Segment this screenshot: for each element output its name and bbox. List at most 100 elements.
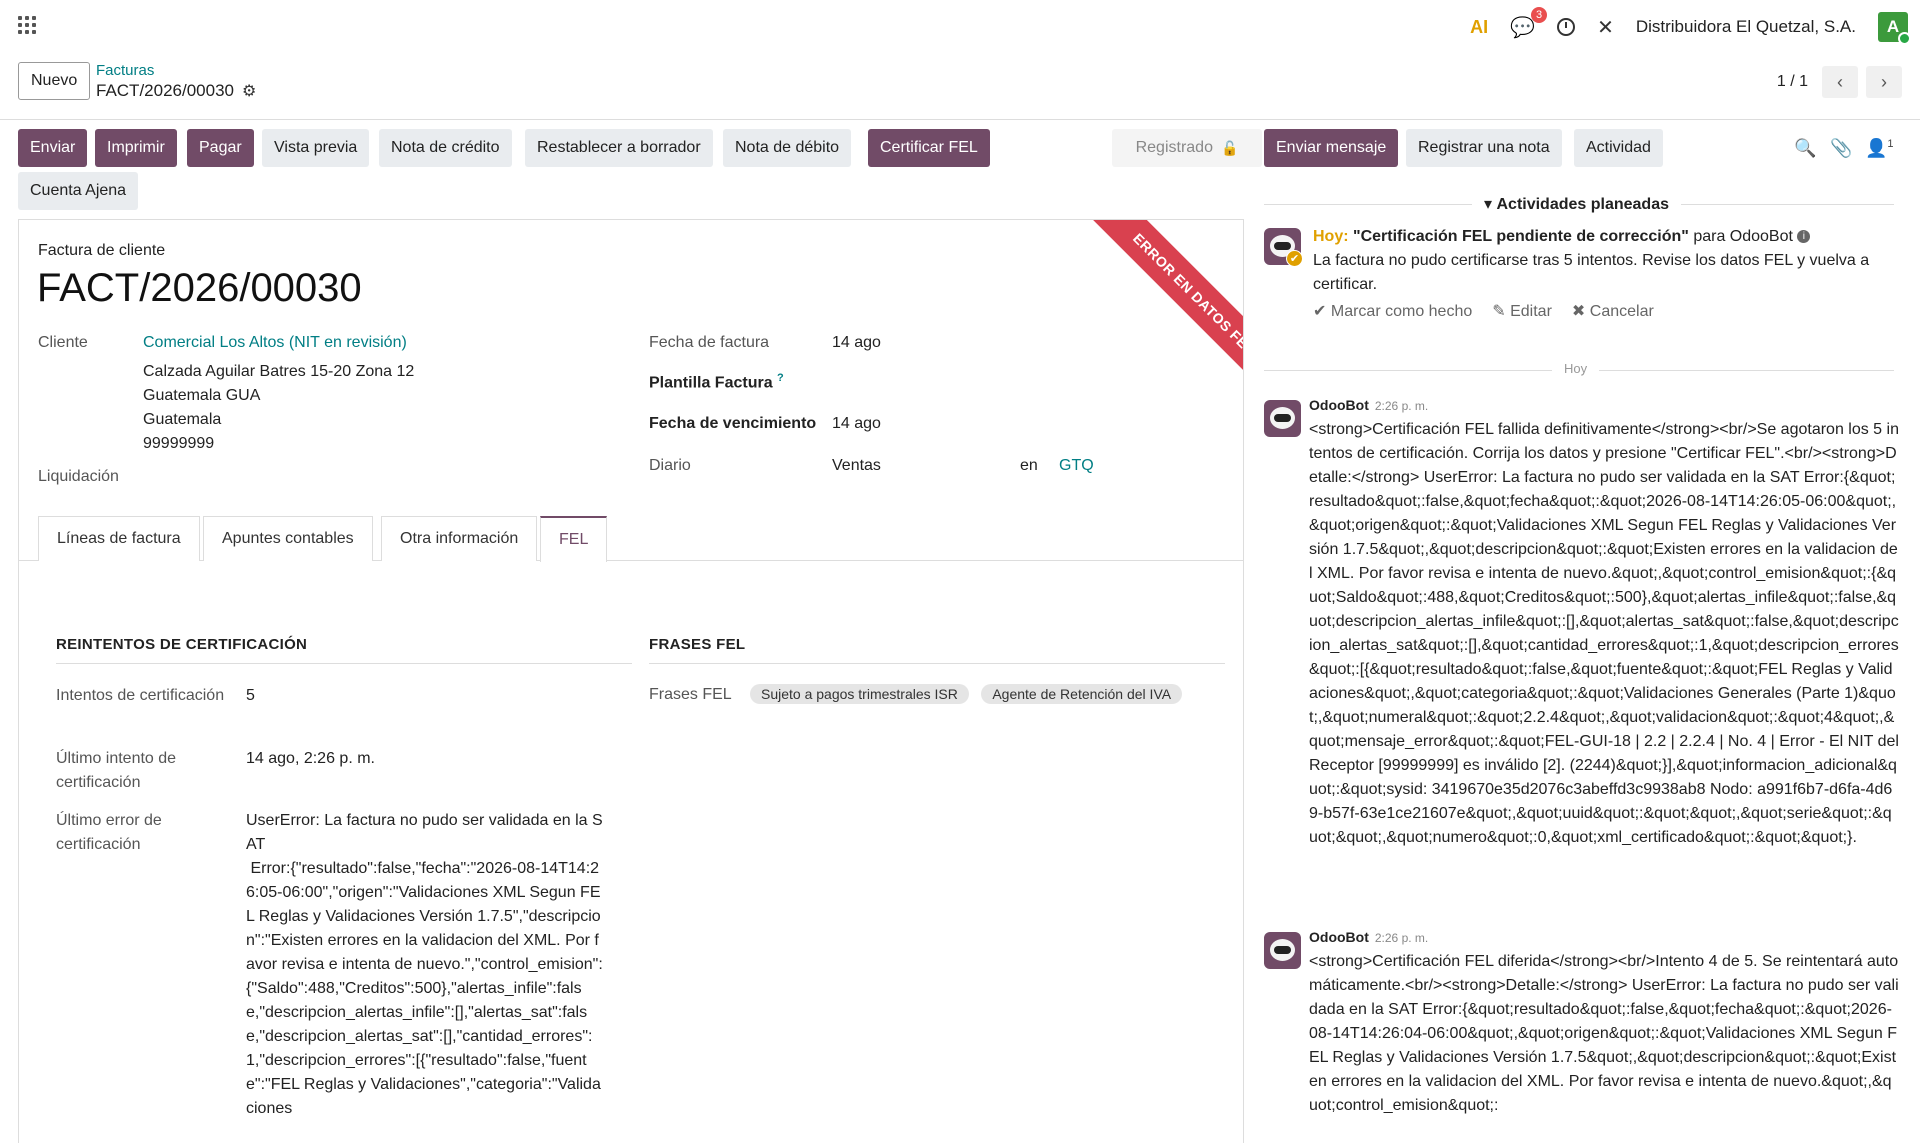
document-type: Factura de cliente xyxy=(38,242,166,259)
breadcrumb-parent[interactable]: Facturas xyxy=(96,62,154,79)
activity-due-today: Hoy: xyxy=(1313,228,1349,245)
phrases-section-title: FRASES FEL xyxy=(649,636,1225,664)
log-note-button[interactable]: Registrar una nota xyxy=(1406,129,1562,167)
mark-done-label: Marcar como hecho xyxy=(1330,303,1473,320)
journal-label: Diario xyxy=(649,457,691,474)
chatter: Enviar mensaje Registrar una nota Activi… xyxy=(1264,120,1920,1143)
planned-activities-toggle[interactable]: ▾ Actividades planeadas xyxy=(1472,194,1681,214)
tab-invoice-lines[interactable]: Líneas de factura xyxy=(38,516,200,561)
mark-done-button[interactable]: ✔ Marcar como hecho xyxy=(1313,301,1472,321)
activity-note: La factura no pudo certificarse tras 5 i… xyxy=(1313,252,1870,293)
activity-button[interactable]: Actividad xyxy=(1574,129,1663,167)
new-button[interactable]: Nuevo xyxy=(18,62,91,100)
systray: AI 💬 3 ✕ Distribuidora El Quetzal, S.A. A xyxy=(1470,6,1911,45)
address-line: Guatemala xyxy=(143,411,222,428)
print-button[interactable]: Imprimir xyxy=(95,129,177,167)
message-author: OdooBot 2:26 p. m. xyxy=(1309,929,1428,945)
message-author-name[interactable]: OdooBot xyxy=(1309,929,1369,945)
chevron-left-icon: ‹ xyxy=(1837,71,1843,92)
message-author: OdooBot 2:26 p. m. xyxy=(1309,397,1428,413)
due-date-value[interactable]: 14 ago xyxy=(832,415,881,433)
certify-fel-button[interactable]: Certificar FEL xyxy=(868,129,990,167)
status-badge: Registrado 🔓 xyxy=(1112,129,1262,167)
currency-in-label: en xyxy=(1020,457,1038,474)
tools-icon[interactable]: ✕ xyxy=(1597,15,1614,40)
caret-down-icon: ▾ xyxy=(1484,196,1493,213)
paperclip-icon[interactable]: 📎 xyxy=(1830,138,1852,159)
search-icon[interactable]: 🔍 xyxy=(1794,138,1816,159)
odoobot-avatar xyxy=(1264,932,1301,969)
company-switcher[interactable]: Distribuidora El Quetzal, S.A. xyxy=(1636,17,1856,37)
pager: 1 / 1 ‹ › xyxy=(1777,66,1902,98)
cancel-activity-button[interactable]: ✖ Cancelar xyxy=(1572,301,1654,321)
control-panel: Nuevo Facturas FACT/2026/00030 ⚙ 1 / 1 ‹… xyxy=(0,52,1920,120)
customer-link[interactable]: Comercial Los Altos (NIT en revisión) xyxy=(143,334,407,352)
activity-assignee: para OdooBot xyxy=(1693,228,1793,245)
notebook-tabs: Líneas de factura Apuntes contables Otra… xyxy=(19,516,1243,562)
planned-activities-title: Actividades planeadas xyxy=(1496,196,1669,213)
info-icon[interactable]: i xyxy=(1797,230,1811,244)
chat-icon[interactable]: 💬 3 xyxy=(1510,6,1548,40)
pay-button[interactable]: Pagar xyxy=(187,129,254,167)
cancel-label: Cancelar xyxy=(1589,303,1654,320)
help-icon[interactable]: ? xyxy=(777,372,784,384)
app-menu-icon[interactable] xyxy=(18,16,36,34)
gear-icon[interactable]: ⚙ xyxy=(242,81,256,101)
activity-summary: "Certificación FEL pendiente de correcci… xyxy=(1353,228,1689,245)
last-attempt-value: 14 ago, 2:26 p. m. xyxy=(246,750,375,767)
followers-icon[interactable]: 👤1 xyxy=(1865,138,1894,159)
send-message-button[interactable]: Enviar mensaje xyxy=(1264,129,1399,167)
phrase-tag[interactable]: Agente de Retención del IVA xyxy=(981,684,1183,704)
send-button[interactable]: Enviar xyxy=(18,129,88,167)
tab-journal-items[interactable]: Apuntes contables xyxy=(203,516,373,561)
invoice-date-value[interactable]: 14 ago xyxy=(832,334,881,352)
pager-next-button[interactable]: › xyxy=(1866,66,1902,98)
message-body: <strong>Certificación FEL fallida defini… xyxy=(1309,421,1899,846)
message-body: <strong>Certificación FEL diferida</stro… xyxy=(1309,953,1899,1114)
third-party-account-button[interactable]: Cuenta Ajena xyxy=(18,172,139,210)
pencil-icon: ✎ xyxy=(1492,303,1506,320)
ribbon: ERROR EN DATOS FEL xyxy=(1074,220,1243,389)
address-line: Guatemala GUA xyxy=(143,387,261,404)
document-name: FACT/2026/00030 xyxy=(37,266,362,310)
last-attempt-label: Último intento de certificación xyxy=(56,750,177,791)
form-sheet: ERROR EN DATOS FEL Factura de cliente FA… xyxy=(18,219,1244,1143)
preview-button[interactable]: Vista previa xyxy=(262,129,370,167)
followers-count: 1 xyxy=(1887,138,1894,150)
invoice-date-label: Fecha de factura xyxy=(649,334,770,351)
pager-value[interactable]: 1 / 1 xyxy=(1777,73,1808,91)
odoobot-avatar xyxy=(1264,400,1301,437)
chevron-right-icon: › xyxy=(1881,71,1887,92)
customer-address: Calzada Aguilar Batres 15-20 Zona 12 Gua… xyxy=(143,360,414,456)
settlement-label: Liquidación xyxy=(38,468,119,485)
chat-badge: 3 xyxy=(1530,6,1548,23)
attempts-value: 5 xyxy=(246,687,255,704)
attempts-label: Intentos de certificación xyxy=(56,687,225,704)
credit-note-button[interactable]: Nota de crédito xyxy=(379,129,512,167)
clock-icon[interactable] xyxy=(1557,18,1576,36)
last-error-label: Último error de certificación xyxy=(56,812,162,853)
pager-previous-button[interactable]: ‹ xyxy=(1822,66,1858,98)
reset-to-draft-button[interactable]: Restablecer a borrador xyxy=(525,129,713,167)
debit-note-button[interactable]: Nota de débito xyxy=(723,129,852,167)
address-line: Calzada Aguilar Batres 15-20 Zona 12 xyxy=(143,363,415,380)
message-time: 2:26 p. m. xyxy=(1374,399,1429,413)
message-time: 2:26 p. m. xyxy=(1374,931,1429,945)
user-avatar[interactable]: A xyxy=(1878,12,1911,45)
ai-icon[interactable]: AI xyxy=(1470,17,1488,38)
message-author-name[interactable]: OdooBot xyxy=(1309,397,1369,413)
invoice-template-label: Plantilla Factura ? xyxy=(649,372,784,392)
tab-fel[interactable]: FEL xyxy=(540,516,608,562)
activity-header: Hoy: "Certificación FEL pendiente de cor… xyxy=(1313,225,1903,249)
status-label: Registrado xyxy=(1135,139,1213,156)
edit-activity-button[interactable]: ✎ Editar xyxy=(1492,301,1552,321)
activity-actions: ✔ Marcar como hecho ✎ Editar ✖ Cancelar xyxy=(1313,301,1654,321)
last-error-value: UserError: La factura no pudo ser valida… xyxy=(246,812,603,1117)
edit-label: Editar xyxy=(1510,303,1552,320)
journal-value[interactable]: Ventas xyxy=(832,457,881,475)
phrase-tag[interactable]: Sujeto a pagos trimestrales ISR xyxy=(750,684,969,704)
currency-link[interactable]: GTQ xyxy=(1059,457,1094,475)
close-icon: ✖ xyxy=(1571,303,1586,320)
tab-other-info[interactable]: Otra información xyxy=(381,516,538,561)
ribbon-label: ERROR EN DATOS FEL xyxy=(1088,220,1243,389)
